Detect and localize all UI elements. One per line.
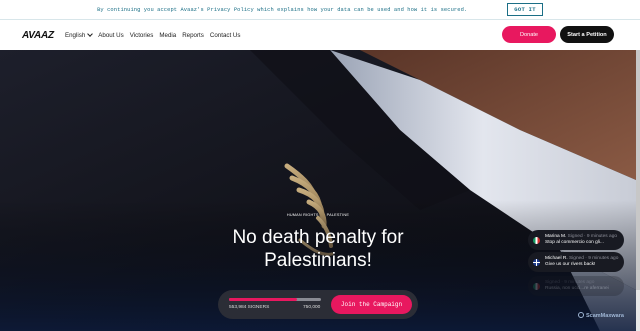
tag-human-rights[interactable]: HUMAN RIGHTS	[287, 213, 319, 217]
language-label: English	[64, 31, 86, 39]
signer-time: 9 minutes ago	[564, 279, 595, 285]
cookie-accept-button[interactable]: GOT IT	[507, 3, 543, 16]
language-select[interactable]: English	[64, 31, 94, 39]
start-petition-button[interactable]: Start a Petition	[560, 26, 614, 43]
watermark-icon	[578, 312, 584, 318]
recent-signer-notification: Michael R. Signed · 9 minutes ago Give u…	[528, 252, 624, 272]
signature-progress-card: 553,984 SIGNERS 750,000 Join the Campaig…	[218, 290, 418, 319]
progress-bar	[229, 298, 321, 301]
tag-palestine[interactable]: PALESTINE	[327, 213, 349, 217]
signer-time: 9 minutes ago	[588, 255, 619, 261]
page-scrollbar[interactable]	[636, 50, 640, 331]
scrollbar-thumb[interactable]	[636, 50, 640, 290]
signer-time: 9 minutes ago	[586, 233, 618, 239]
signers-goal: 750,000	[303, 305, 321, 310]
uk-flag-icon	[533, 258, 540, 266]
signer-name: Marina M.	[545, 233, 567, 239]
watermark-text: ScamMaxwara	[586, 313, 624, 319]
progress-bar-fill	[229, 298, 297, 301]
signer-campaign: Stop al commercio con gli...	[545, 240, 604, 245]
nav-victories[interactable]: Victories	[130, 32, 154, 39]
flag-icon	[533, 282, 540, 290]
signer-campaign: Give us our rivers back!	[545, 262, 596, 267]
chevron-down-icon	[87, 31, 94, 37]
campaign-tags: HUMAN RIGHTS PALESTINE	[0, 213, 636, 217]
nav-reports[interactable]: Reports	[182, 32, 204, 39]
watermark: ScamMaxwara	[578, 312, 624, 319]
signer-name: Michael R.	[545, 255, 568, 261]
top-nav: AVAAZ English About Us Victories Media R…	[0, 20, 640, 50]
donate-button[interactable]: Donate	[502, 26, 556, 43]
cookie-text: By continuing you accept Avaaz's Privacy…	[97, 6, 468, 13]
join-campaign-button[interactable]: Join the Campaign	[331, 295, 412, 314]
recent-signer-notification: Signed · 9 minutes ago Russia, non ucci.…	[528, 276, 624, 296]
recent-signer-notification: Marina M. Signed · 9 minutes ago Stop al…	[528, 230, 624, 250]
signer-status: Signed	[569, 255, 584, 261]
signer-status: Signed	[567, 233, 583, 239]
cookie-banner: By continuing you accept Avaaz's Privacy…	[0, 0, 640, 20]
italy-flag-icon	[533, 236, 540, 244]
signers-count: 553,984 SIGNERS	[229, 305, 270, 310]
hero-section: HUMAN RIGHTS PALESTINE No death penalty …	[0, 50, 636, 331]
avaaz-logo[interactable]: AVAAZ	[22, 30, 54, 41]
signer-status: Signed	[545, 279, 560, 285]
signer-campaign: Russia, non ucci...re aferranei	[545, 286, 609, 291]
nav-contact-us[interactable]: Contact Us	[210, 32, 241, 39]
nav-media[interactable]: Media	[159, 32, 176, 39]
nav-about-us[interactable]: About Us	[98, 32, 123, 39]
